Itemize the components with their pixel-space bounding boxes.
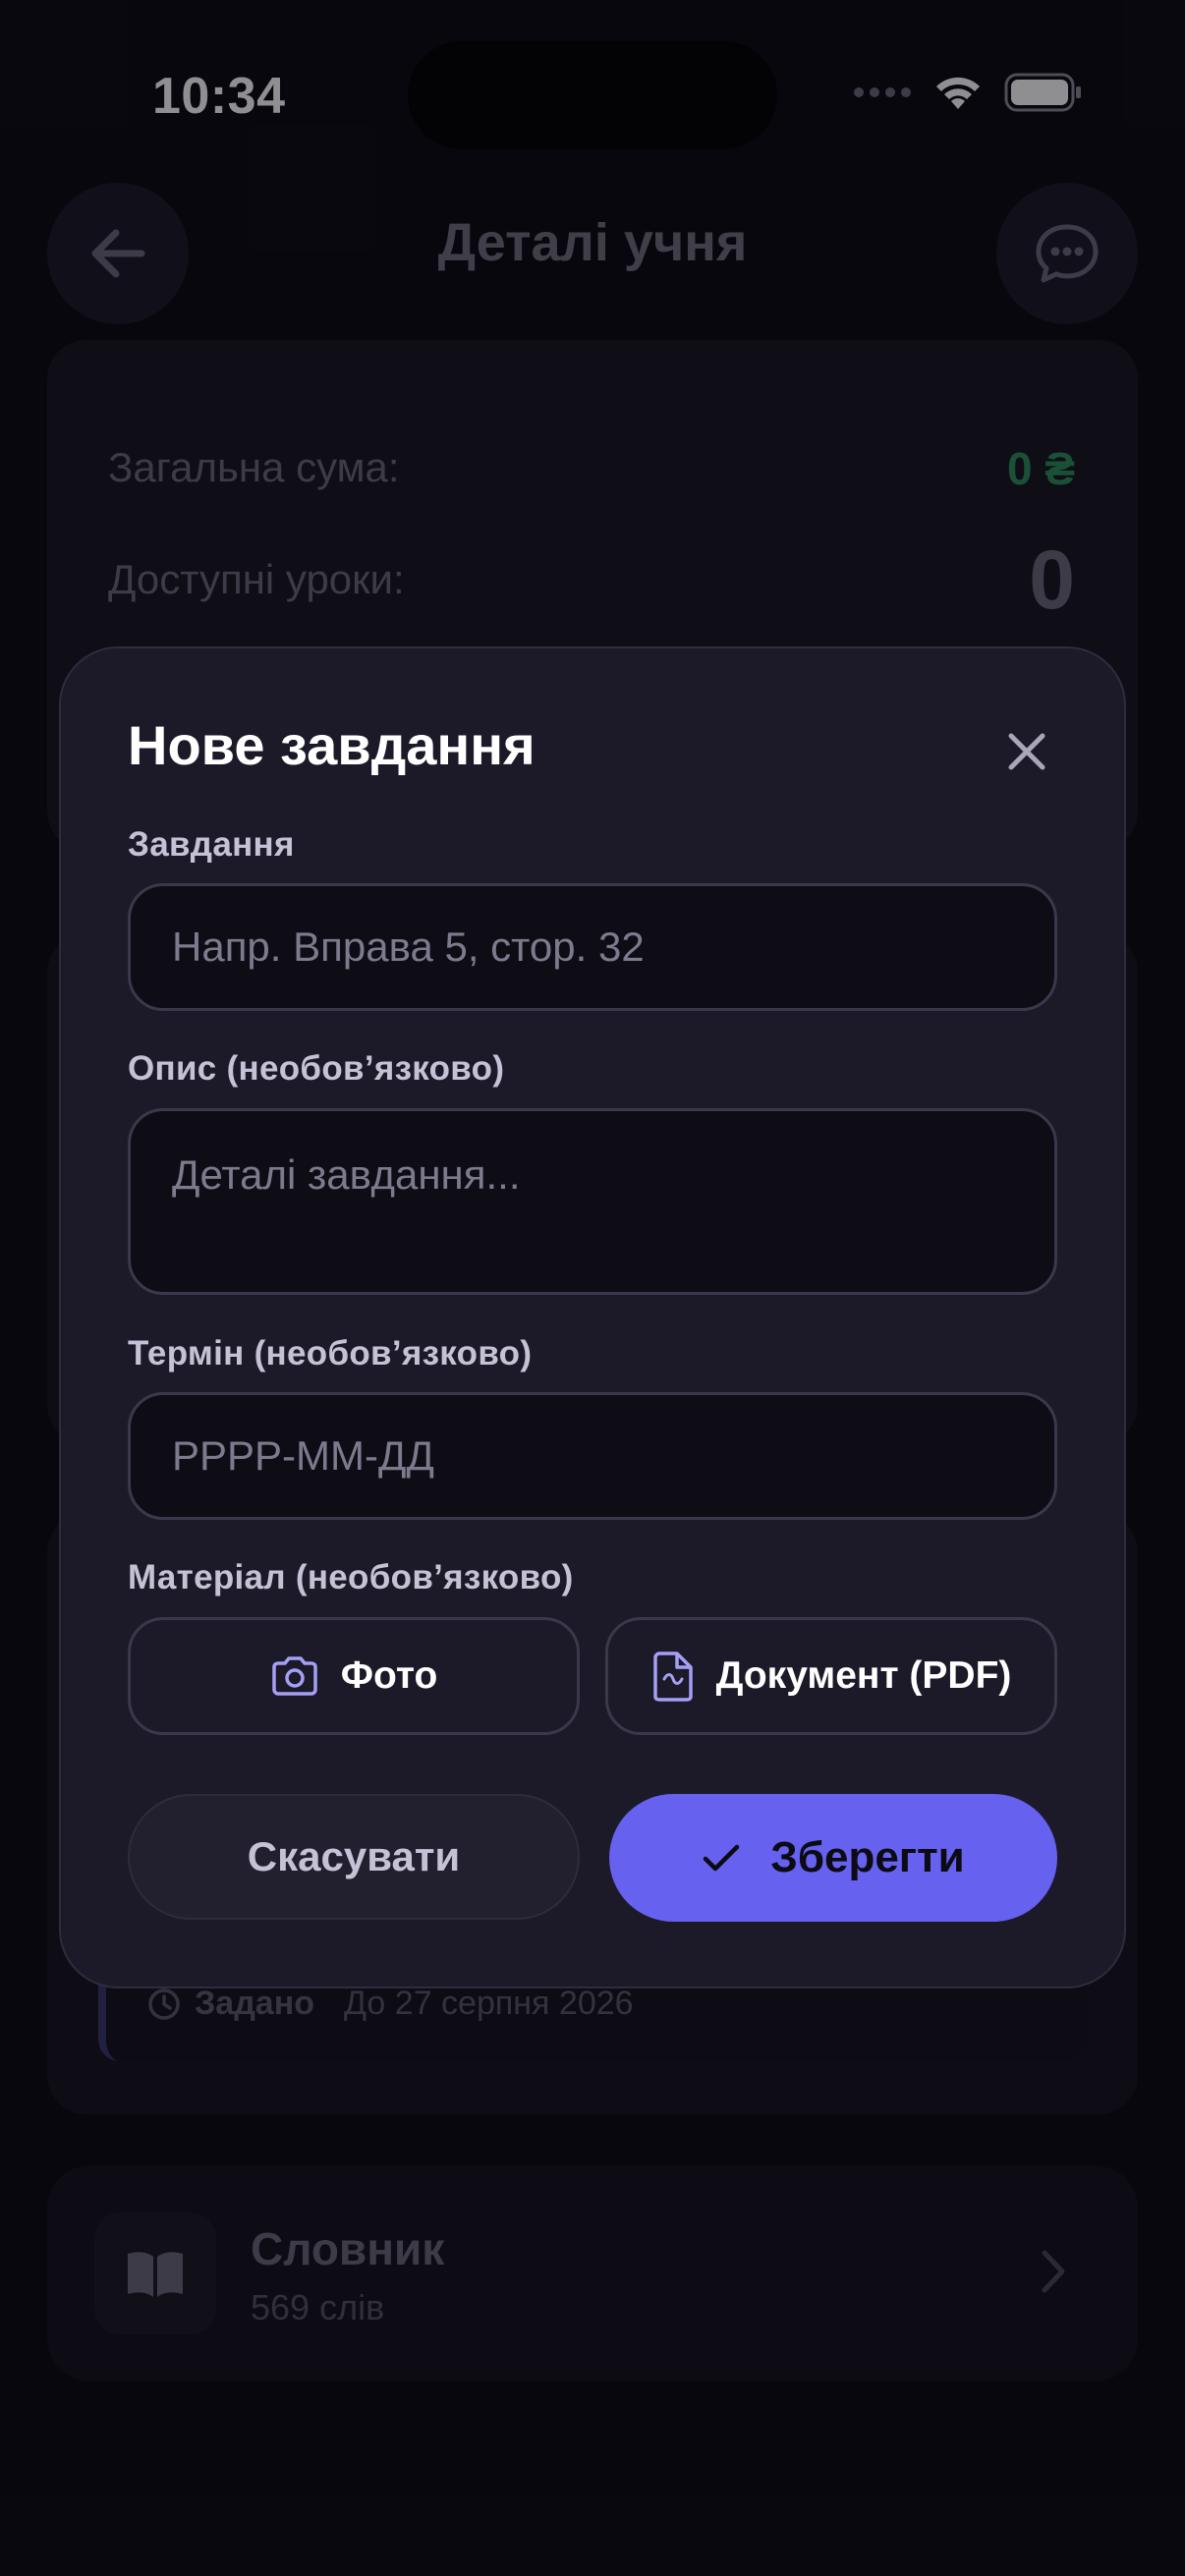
photo-button[interactable]: Фото <box>128 1617 580 1735</box>
save-button[interactable]: Зберегти <box>609 1794 1057 1922</box>
document-icon <box>652 1652 693 1702</box>
document-button[interactable]: Документ (PDF) <box>605 1617 1057 1735</box>
checkmark-icon <box>704 1844 740 1872</box>
camera-icon <box>271 1656 317 1696</box>
photo-button-label: Фото <box>340 1654 438 1697</box>
document-button-label: Документ (PDF) <box>715 1654 1012 1697</box>
save-button-label: Зберегти <box>770 1833 965 1881</box>
deadline-label: Термін (необовʼязково) <box>128 1334 533 1372</box>
close-button[interactable] <box>992 717 1061 786</box>
task-label: Завдання <box>128 825 295 864</box>
material-label: Матеріал (необовʼязково) <box>128 1558 574 1596</box>
modal-title: Нове завдання <box>128 714 536 776</box>
close-icon <box>1008 733 1045 770</box>
cancel-button-label: Скасувати <box>247 1833 461 1879</box>
cancel-button[interactable]: Скасувати <box>128 1794 580 1920</box>
description-label: Опис (необовʼязково) <box>128 1049 505 1088</box>
description-textarea[interactable] <box>128 1108 1057 1295</box>
task-input[interactable] <box>128 883 1057 1011</box>
deadline-input[interactable] <box>128 1392 1057 1520</box>
